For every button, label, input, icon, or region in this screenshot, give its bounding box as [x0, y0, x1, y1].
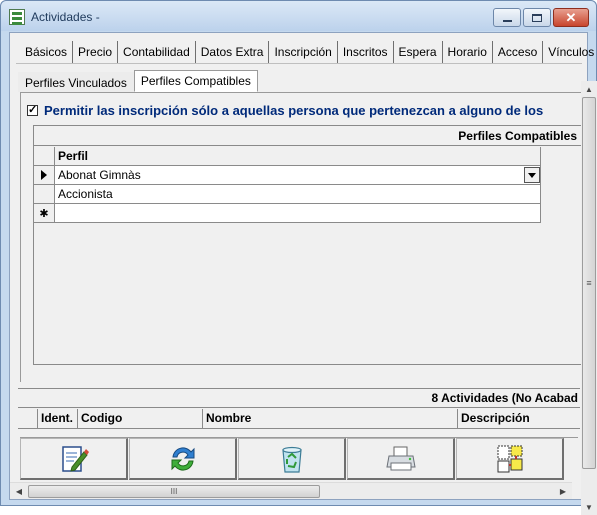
- vertical-scroll-thumb[interactable]: ≡: [582, 97, 596, 469]
- subtab-perfiles-compatibles[interactable]: Perfiles Compatibles: [133, 70, 258, 92]
- restrict-checkbox-label: Permitir las inscripción sólo a aquellas…: [44, 103, 544, 118]
- compare-documents-icon: [497, 445, 522, 472]
- profile-cell[interactable]: Accionista: [55, 185, 541, 204]
- column-header-codigo[interactable]: Codigo: [78, 409, 203, 429]
- tab-espera[interactable]: Espera: [394, 41, 443, 63]
- column-header-descripcion[interactable]: Descripción: [458, 409, 580, 429]
- grip-icon: III: [170, 487, 178, 496]
- current-row-indicator: [34, 166, 55, 185]
- close-icon: ✕: [565, 10, 577, 25]
- tab-acceso[interactable]: Acceso: [493, 41, 544, 63]
- close-button[interactable]: ✕: [553, 8, 589, 27]
- window-title: Actividades -: [31, 10, 100, 24]
- profiles-grid-caption: Perfiles Compatibles: [34, 126, 583, 146]
- tab-panel-vinculos: Perfiles Vinculados Perfiles Compatibles…: [16, 63, 583, 382]
- maximize-icon: [532, 13, 542, 22]
- table-row[interactable]: Abonat Gimnàs: [34, 166, 541, 185]
- profile-dropdown-button[interactable]: [524, 167, 540, 183]
- profile-name: Accionista: [58, 187, 113, 201]
- subpanel-perfiles-compatibles: Permitir las inscripción sólo a aquellas…: [20, 92, 583, 382]
- refresh-icon: [171, 446, 194, 471]
- sub-tabs: Perfiles Vinculados Perfiles Compatibles: [18, 70, 258, 92]
- horizontal-scroll-thumb[interactable]: III: [28, 485, 320, 498]
- new-profile-cell[interactable]: [55, 204, 541, 223]
- app-icon: [9, 9, 25, 25]
- restrict-checkbox-row[interactable]: Permitir las inscripción sólo a aquellas…: [27, 103, 543, 118]
- scroll-up-arrow-icon[interactable]: ▲: [581, 81, 597, 97]
- maximize-button[interactable]: [523, 8, 551, 27]
- column-header-perfil[interactable]: Perfil: [55, 147, 541, 166]
- column-header-ident[interactable]: Ident.: [38, 409, 78, 429]
- tab-horario[interactable]: Horario: [443, 41, 493, 63]
- tab-basicos[interactable]: Básicos: [20, 41, 74, 63]
- recycle-bin-button[interactable]: [238, 438, 346, 480]
- activities-header-row: Ident. Codigo Nombre Descripción: [18, 409, 580, 429]
- header-indicator-cell: [34, 147, 55, 166]
- print-button[interactable]: [347, 438, 455, 480]
- scroll-down-arrow-icon[interactable]: ▼: [581, 499, 597, 515]
- horizontal-scrollbar[interactable]: ◀ III ▶: [10, 482, 572, 499]
- compare-documents-button[interactable]: [456, 438, 564, 480]
- title-bar[interactable]: Actividades - ✕: [1, 1, 596, 31]
- current-row-arrow-icon: [41, 170, 47, 180]
- scroll-right-arrow-icon[interactable]: ▶: [556, 485, 570, 498]
- activities-indicator-header: [18, 409, 38, 429]
- column-header-nombre[interactable]: Nombre: [203, 409, 458, 429]
- minimize-button[interactable]: [493, 8, 521, 27]
- new-row-asterisk-icon: ✱: [34, 204, 55, 223]
- profiles-grid: Perfiles Compatibles Perfil Abonat Gimnà…: [33, 125, 583, 365]
- client-area: Básicos Precio Contabilidad Datos Extra …: [9, 32, 597, 515]
- tab-inscritos[interactable]: Inscritos: [338, 41, 394, 63]
- profile-cell[interactable]: Abonat Gimnàs: [55, 166, 541, 185]
- tab-precio[interactable]: Precio: [73, 41, 119, 63]
- bottom-toolbar: [20, 437, 578, 480]
- edit-icon: [61, 445, 89, 472]
- refresh-button[interactable]: [129, 438, 237, 480]
- new-row[interactable]: ✱: [34, 204, 541, 223]
- activities-grid: 8 Actividades (No Acabad Ident. Codigo N…: [18, 380, 580, 436]
- tab-contabilidad[interactable]: Contabilidad: [118, 41, 196, 63]
- table-row[interactable]: Accionista: [34, 185, 541, 204]
- row-indicator: [34, 185, 55, 204]
- grid-header-row: Perfil: [34, 147, 541, 166]
- chevron-down-icon: [528, 172, 536, 178]
- tab-vinculos[interactable]: Vínculos: [543, 41, 597, 63]
- restrict-checkbox[interactable]: [27, 103, 38, 116]
- edit-button[interactable]: [20, 438, 128, 480]
- grip-icon: ≡: [586, 278, 592, 288]
- application-window: Actividades - ✕ Básicos Precio Contabili…: [0, 0, 597, 515]
- profile-name: Abonat Gimnàs: [58, 168, 141, 182]
- printer-icon: [385, 446, 416, 470]
- scroll-left-arrow-icon[interactable]: ◀: [12, 485, 26, 498]
- main-tabs: Básicos Precio Contabilidad Datos Extra …: [20, 41, 597, 63]
- recycle-bin-icon: [281, 446, 302, 473]
- activities-caption: 8 Actividades (No Acabad: [18, 388, 580, 408]
- subtab-perfiles-vinculados[interactable]: Perfiles Vinculados: [18, 72, 134, 92]
- tab-datos-extra[interactable]: Datos Extra: [196, 41, 270, 63]
- tab-inscripcion[interactable]: Inscripción: [269, 41, 338, 63]
- vertical-scrollbar[interactable]: ▲ ≡ ▼: [581, 81, 597, 515]
- minimize-icon: [502, 19, 512, 22]
